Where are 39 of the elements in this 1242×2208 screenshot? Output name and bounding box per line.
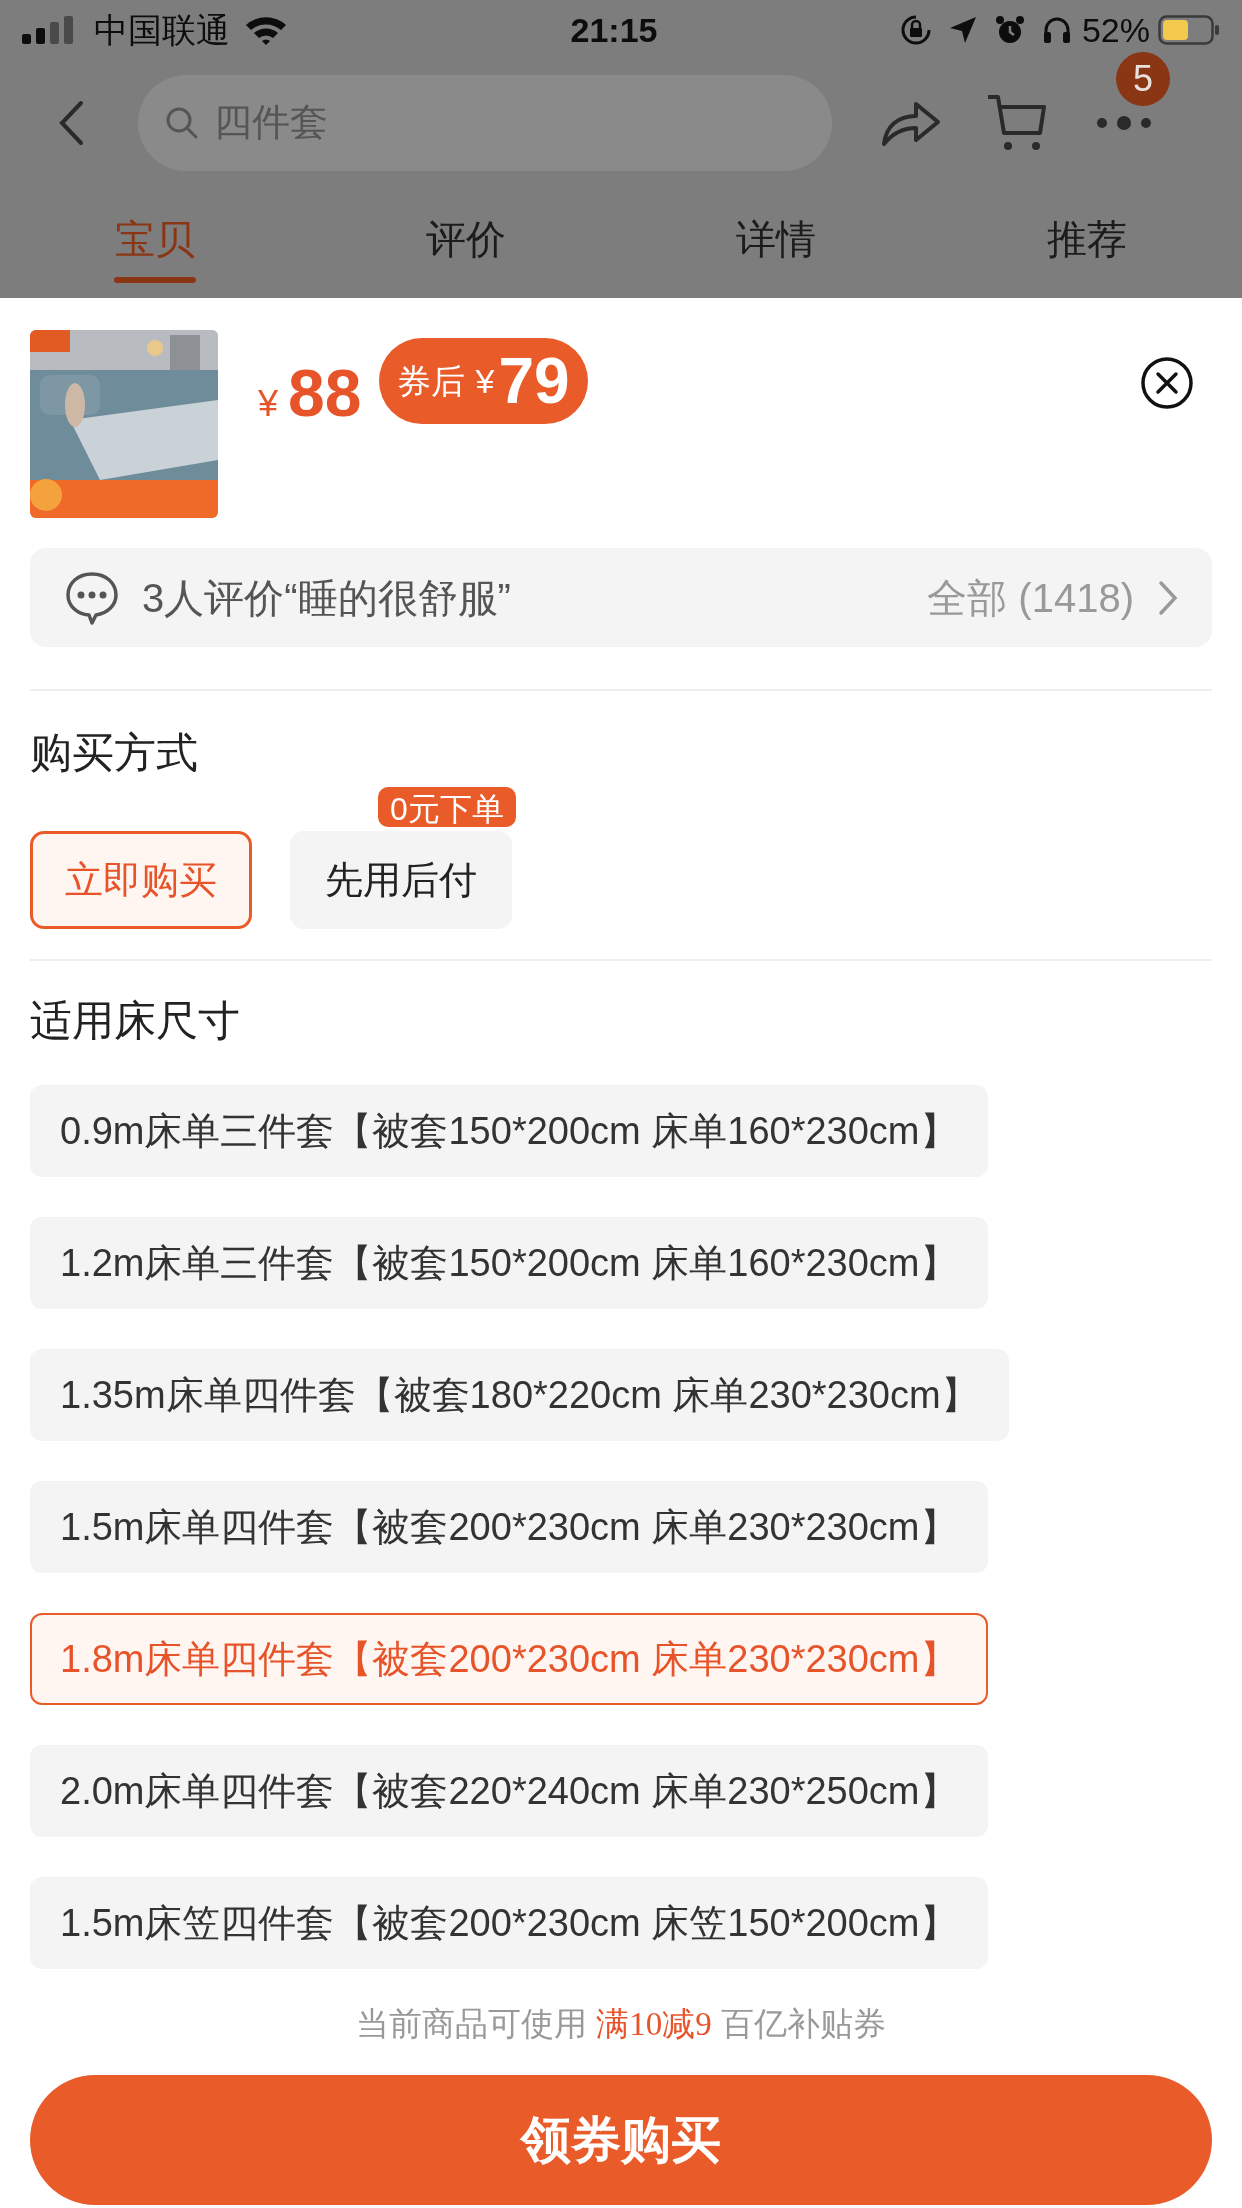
tab[interactable]: 推荐 [931,185,1242,298]
signal-icon [22,16,76,44]
review-summary: 3人评价“睡的很舒服” [142,574,511,622]
chevron-right-icon [1158,579,1178,616]
alarm-icon [993,14,1026,46]
rotation-lock-icon [899,14,932,46]
size-option[interactable]: 2.0m床单四件套【被套220*240cm 床单230*250cm】 [30,1745,988,1837]
battery-icon [1158,15,1220,45]
tab[interactable]: 评价 [310,185,621,298]
size-option[interactable]: 1.5m床单四件套【被套200*230cm 床单230*230cm】 [30,1481,988,1573]
size-option[interactable]: 1.2m床单三件套【被套150*200cm 床单160*230cm】 [30,1217,988,1309]
coupon-note: 当前商品可使用 满10减9 百亿补贴券 [356,2004,886,2044]
tab[interactable]: 详情 [621,185,932,298]
purchase-option[interactable]: 先用后付 [290,831,512,929]
notification-badge: 5 [1116,51,1170,106]
chat-bubble-icon [64,569,120,626]
section-title: 适用床尺寸 [30,996,241,1046]
coupon-price-tag: 券后 ¥79 [379,338,588,424]
section-title: 购买方式 [30,728,199,778]
carrier-name: 中国联通 [94,9,230,51]
clock-time: 21:15 [570,9,658,51]
size-option[interactable]: 1.8m床单四件套【被套200*230cm 床单230*230cm】 [30,1613,988,1705]
currency-symbol: ¥ [258,382,279,426]
wifi-icon [244,14,288,46]
size-option[interactable]: 1.35m床单四件套【被套180*220cm 床单230*230cm】 [30,1349,1009,1441]
review-bar[interactable]: 3人评价“睡的很舒服” 全部 (1418) [30,548,1212,647]
size-option[interactable]: 0.9m床单三件套【被套150*200cm 床单160*230cm】 [30,1085,988,1177]
more-icon[interactable] [1096,115,1152,130]
back-icon[interactable] [58,99,84,146]
headphones-icon [1041,15,1072,45]
all-reviews-count: 全部 (1418) [927,574,1134,622]
promo-badge: 0元下单 [376,785,518,829]
size-option[interactable]: 1.5m床笠四件套【被套200*230cm 床笠150*200cm】 [30,1877,988,1969]
battery-percent: 52% [1081,9,1150,51]
close-icon[interactable] [1140,356,1194,410]
purchase-option[interactable]: 立即购买 [30,831,252,929]
buy-button[interactable]: 领券购买 [30,2075,1212,2205]
cart-icon[interactable] [986,92,1048,153]
price: 88 [288,355,362,432]
